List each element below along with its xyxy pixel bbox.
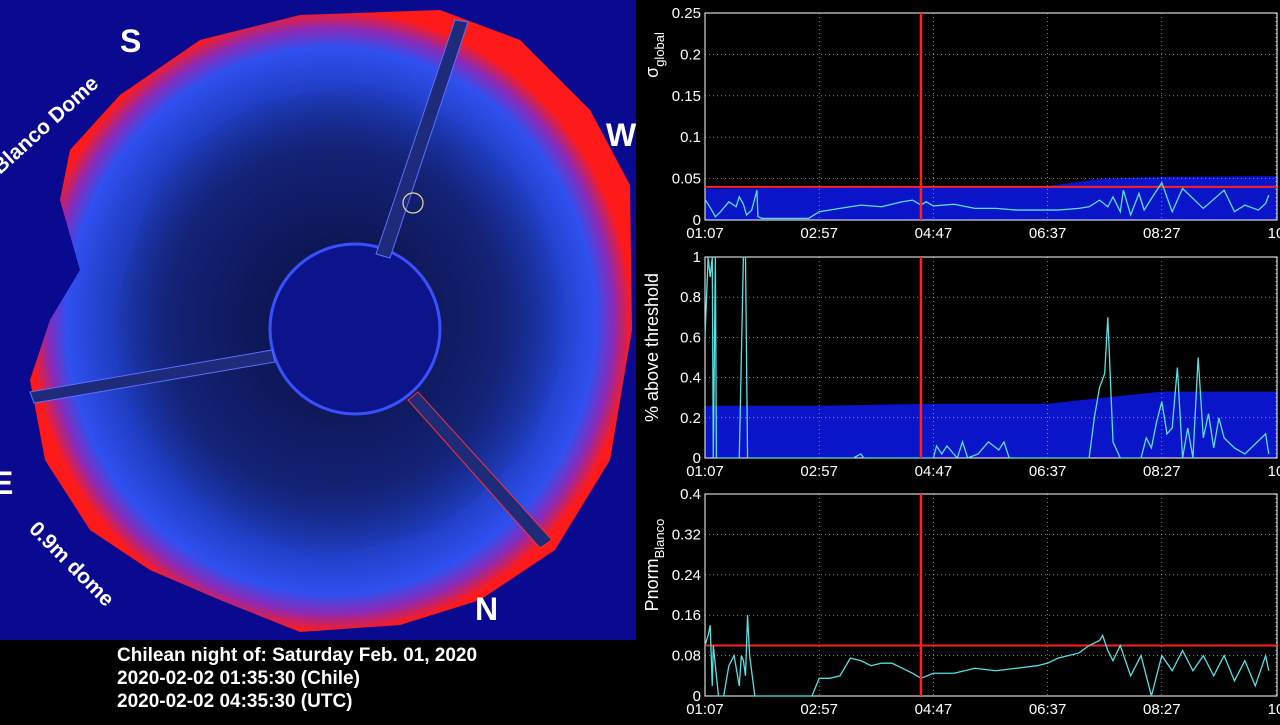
caption-night: Chilean night of: Saturday Feb. 01, 2020: [117, 645, 478, 666]
chart-1-envelope-area: [705, 176, 1277, 220]
chart-1-xtick-label: 10: [1268, 225, 1280, 242]
chart-2-xtick-label: 01:07: [686, 463, 724, 480]
chart-2-ytick-label: 0.8: [680, 289, 701, 306]
ylabel-main: σ: [642, 67, 662, 78]
chart-1-xtick-label: 06:37: [1029, 225, 1067, 242]
chart-1-xtick-label: 01:07: [686, 225, 724, 242]
label-north: N: [475, 591, 498, 627]
chart-2-xtick-label: 10: [1268, 463, 1280, 480]
all-sky-image: S W E N Blanco Dome 0.9m dome: [0, 0, 636, 640]
chart-3-ytick-label: 0.08: [672, 648, 701, 665]
chart-2-xtick-label: 08:27: [1143, 463, 1181, 480]
chart-1-xtick-label: 04:47: [915, 225, 953, 242]
chart-3-frame: [704, 493, 1278, 697]
chart-2-ytick-label: 0.4: [680, 370, 701, 387]
chart-3-ytick-label: 0.4: [680, 486, 701, 503]
chart-1-ytick-label: 0.1: [680, 129, 701, 146]
chart-1-ytick-label: 0.2: [680, 46, 701, 63]
ylabel-subscript: Blanco: [652, 519, 667, 559]
chart-3-ytick-label: 0.24: [672, 567, 701, 584]
caption-chile-time: 2020-02-02 01:35:30 (Chile): [117, 668, 360, 689]
chart-1-ylabel: σglobal: [642, 32, 667, 78]
chart-3-xtick-label: 02:57: [800, 701, 838, 718]
chart-3-ytick-label: 0.16: [672, 607, 701, 624]
chart-2-xtick-label: 06:37: [1029, 463, 1067, 480]
chart-1-ytick-label: 0.25: [672, 5, 701, 22]
chart-2-ylabel: % above threshold: [642, 273, 662, 422]
chart-1-xtick-label: 08:27: [1143, 225, 1181, 242]
chart-1-ytick-label: 0.15: [672, 88, 701, 105]
ylabel-subscript: global: [652, 32, 667, 67]
chart-2-xtick-label: 02:57: [800, 463, 838, 480]
all-sky-camera-view: S W E N Blanco Dome 0.9m dome: [0, 0, 636, 640]
center-occulter: [268, 242, 442, 416]
chart-3-xtick-label: 01:07: [686, 701, 724, 718]
chart-2-ytick-label: 1: [693, 249, 701, 266]
chart-2-xtick-label: 04:47: [915, 463, 953, 480]
chart-3-ytick-label: 0.32: [672, 526, 701, 543]
chart-3-xtick-label: 10: [1268, 701, 1280, 718]
label-south: S: [120, 23, 141, 59]
label-west: W: [606, 117, 636, 153]
chart-2-ytick-label: 0.2: [680, 410, 701, 427]
chart-3-ylabel: PnormBlanco: [642, 519, 667, 612]
charts-panel: 0 0.05 0.1 0.15 0.2 0.25 01:07 02:57 04:47 06:37 0…: [636, 0, 1280, 720]
chart-1-ytick-label: 0.05: [672, 171, 701, 188]
chart-3-xtick-label: 04:47: [915, 701, 953, 718]
chart-1-xtick-label: 02:57: [800, 225, 838, 242]
chart-3-xtick-label: 08:27: [1143, 701, 1181, 718]
caption-block: Chilean night of: Saturday Feb. 01, 2020…: [117, 644, 477, 713]
caption-utc-time: 2020-02-02 04:35:30 (UTC): [117, 691, 353, 712]
charts-svg: 00.050.10.150.20.2501:07 02:57 04:47 06:37 0…: [642, 5, 1280, 718]
chart-2-ytick-label: 0.6: [680, 329, 701, 346]
ylabel-main: Pnorm: [642, 558, 662, 611]
chart-3-xtick-label: 06:37: [1029, 701, 1067, 718]
label-east: E: [0, 465, 13, 501]
